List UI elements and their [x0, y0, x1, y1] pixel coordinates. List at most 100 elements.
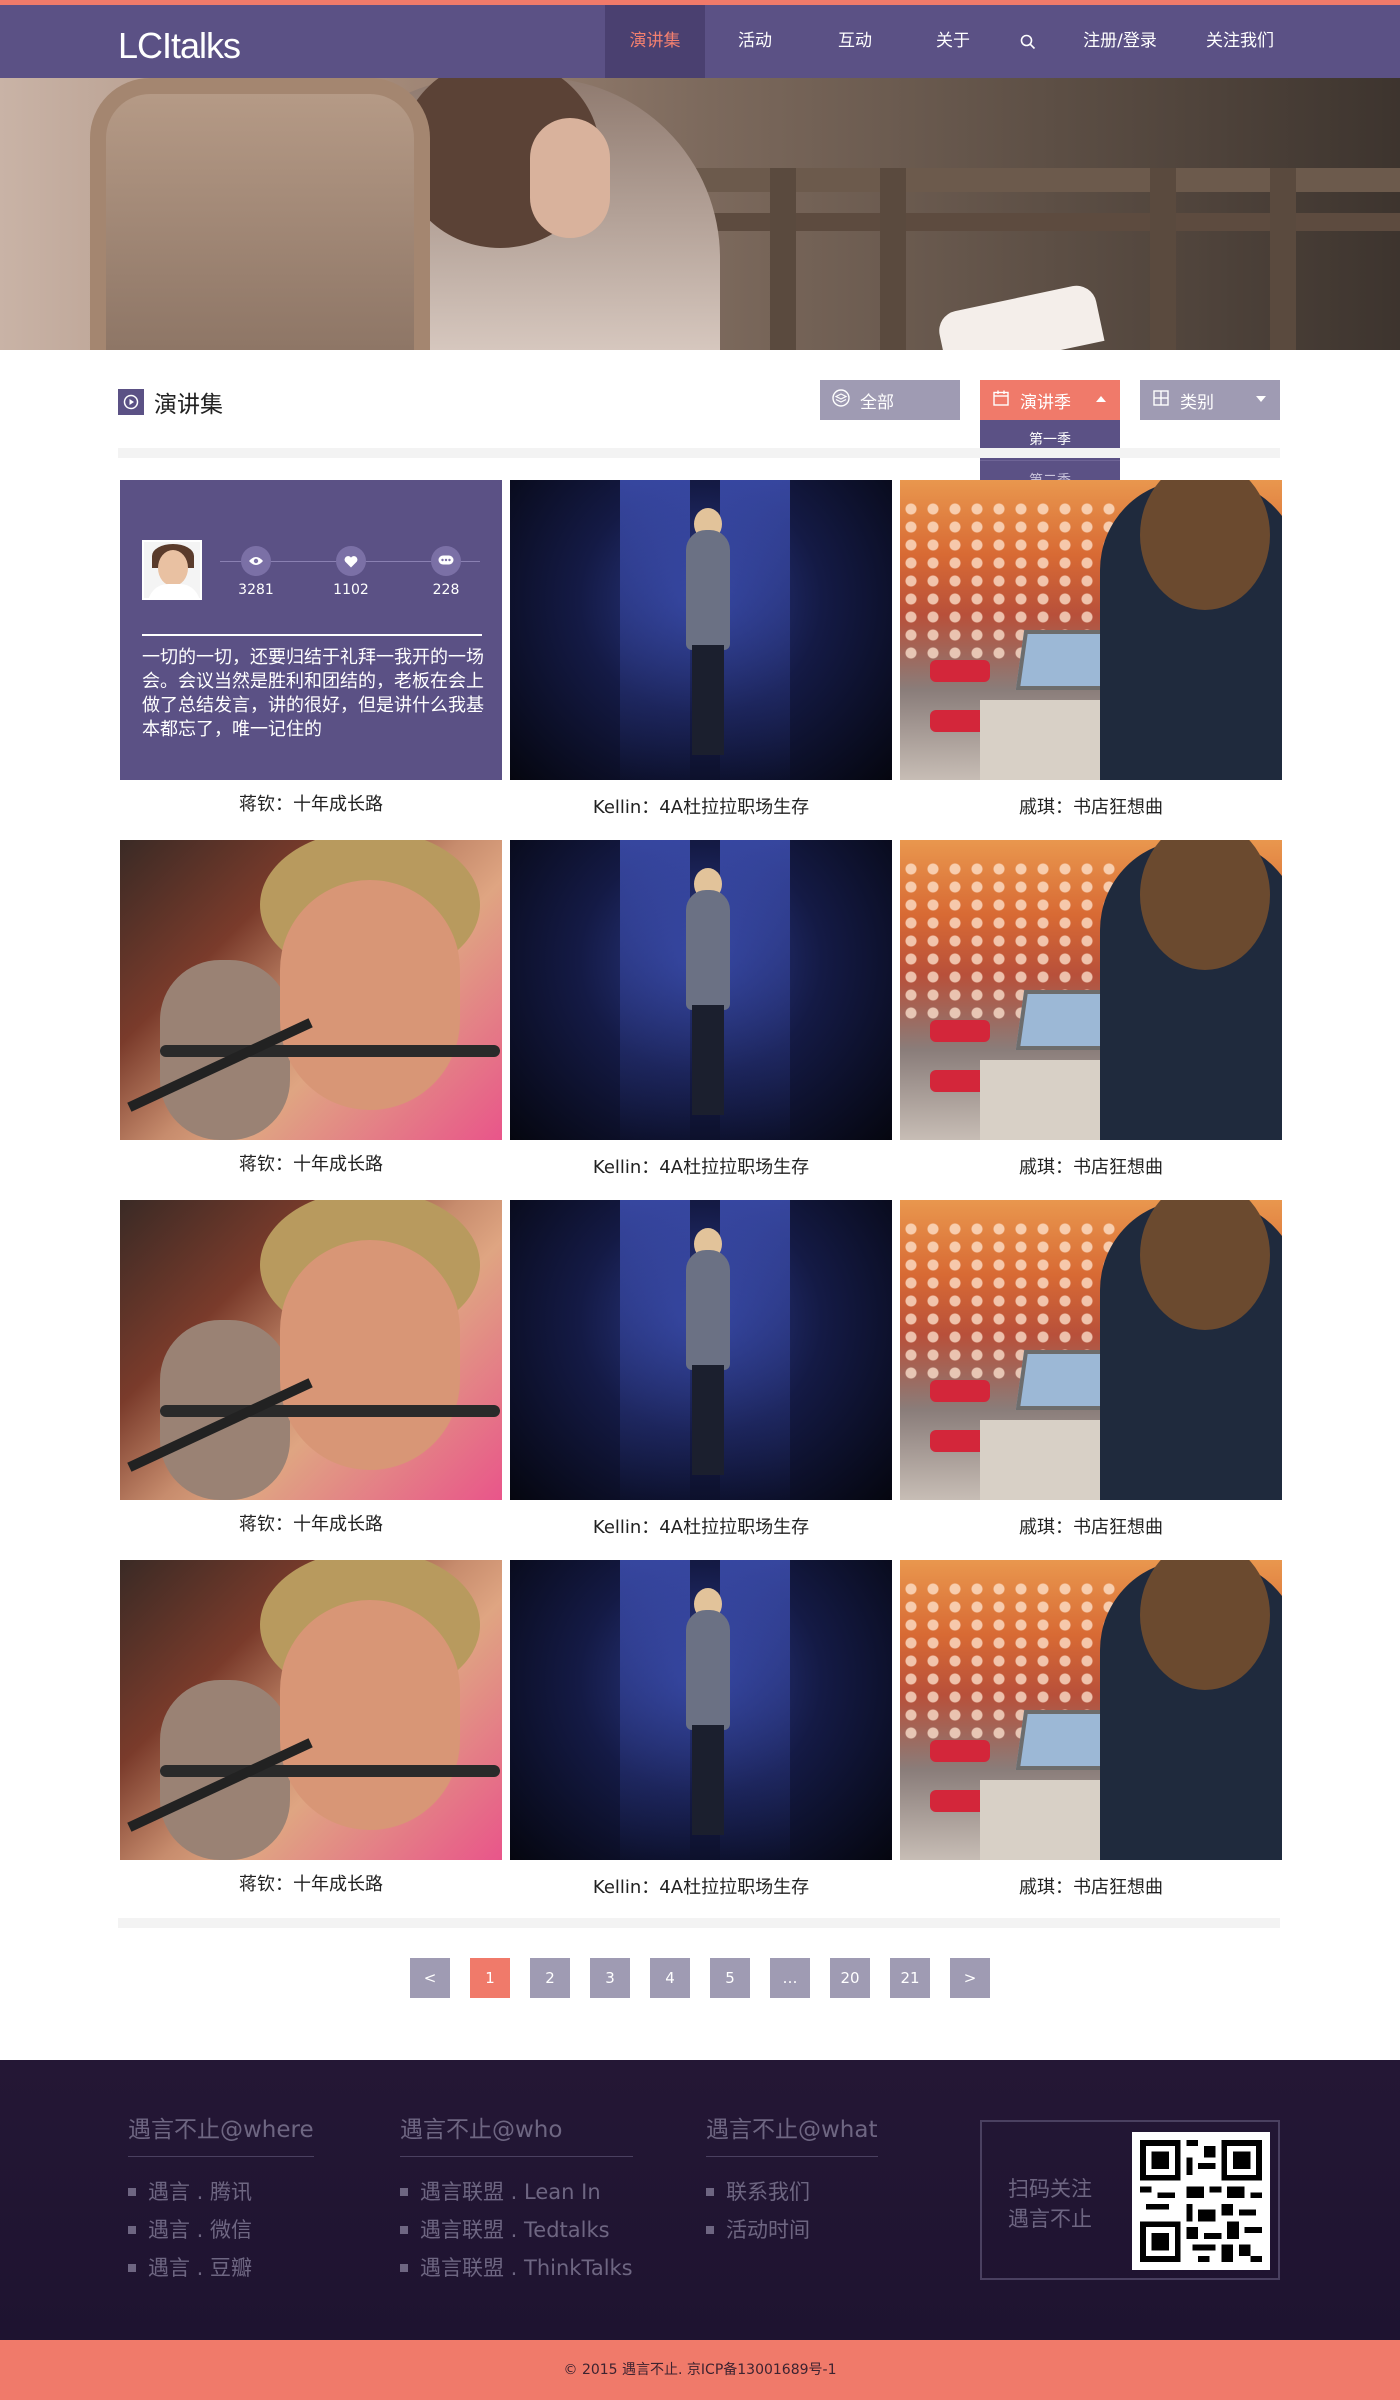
talk-caption[interactable]: 蒋钦：十年成长路	[120, 790, 502, 816]
comments-stat: 228	[416, 546, 476, 598]
pagination-page[interactable]: 4	[650, 1958, 690, 1998]
layers-icon	[832, 388, 850, 412]
talk-caption[interactable]: 蒋钦：十年成长路	[120, 1510, 502, 1536]
copyright-bar: © 2015 遇言不止. 京ICP备13001689号-1	[0, 2340, 1400, 2400]
qr-code-icon[interactable]	[1132, 2132, 1270, 2270]
footer-link[interactable]: 遇言联盟 . ThinkTalks	[400, 2249, 633, 2287]
footer-link[interactable]: 遇言联盟 . Tedtalks	[400, 2211, 633, 2249]
play-circle-icon	[118, 389, 144, 415]
pagination-next-button[interactable]: >	[950, 1958, 990, 1998]
footer-link[interactable]: 遇言 . 腾讯	[128, 2173, 314, 2211]
avatar	[142, 540, 202, 600]
section-divider-top	[118, 448, 1280, 458]
talk-thumbnail[interactable]	[120, 1560, 502, 1860]
site-footer: 遇言不止@where 遇言 . 腾讯 遇言 . 微信 遇言 . 豆瓣 遇言不止@…	[0, 2060, 1400, 2340]
footer-link[interactable]: 遇言 . 微信	[128, 2211, 314, 2249]
footer-link[interactable]: 联系我们	[706, 2173, 878, 2211]
footer-column-what: 遇言不止@what 联系我们 活动时间	[706, 2110, 878, 2249]
talk-caption[interactable]: 蒋钦：十年成长路	[120, 1150, 502, 1176]
pagination-page[interactable]: 5	[710, 1958, 750, 1998]
talk-caption[interactable]: Kellin：4A杜拉拉职场生存	[510, 793, 892, 819]
footer-column-who: 遇言不止@who 遇言联盟 . Lean In 遇言联盟 . Tedtalks …	[400, 2110, 633, 2287]
pagination-page[interactable]: 1	[470, 1958, 510, 1998]
talk-thumbnail[interactable]	[120, 840, 502, 1140]
hero-person-face	[530, 118, 610, 238]
filter-all-button[interactable]: 全部	[820, 380, 960, 420]
grid-icon	[1152, 389, 1170, 412]
nav-about[interactable]: 关于	[905, 5, 1001, 78]
pagination-prev-button[interactable]: <	[410, 1958, 450, 1998]
section-divider-bottom	[118, 1918, 1280, 1928]
info-divider	[142, 634, 482, 636]
nav-follow-us[interactable]: 关注我们	[1185, 5, 1295, 78]
footer-heading: 遇言不止@where	[128, 2110, 314, 2157]
pagination-page[interactable]: 2	[530, 1958, 570, 1998]
talk-caption[interactable]: 戚琪：书店狂想曲	[900, 1513, 1282, 1539]
pagination-page[interactable]: 3	[590, 1958, 630, 1998]
talk-caption[interactable]: Kellin：4A杜拉拉职场生存	[510, 1153, 892, 1179]
qr-follow-box: 扫码关注遇言不止	[980, 2120, 1280, 2280]
comments-count: 228	[432, 582, 460, 598]
nav-register-login[interactable]: 注册/登录	[1055, 5, 1185, 78]
likes-count: 1102	[333, 582, 369, 598]
footer-heading: 遇言不止@who	[400, 2110, 633, 2157]
views-stat: 3281	[226, 546, 286, 598]
talk-thumbnail[interactable]	[120, 1200, 502, 1500]
pagination-page[interactable]: 20	[830, 1958, 870, 1998]
talk-thumbnail[interactable]	[900, 840, 1282, 1140]
footer-link[interactable]: 活动时间	[706, 2211, 878, 2249]
talk-thumbnail[interactable]	[510, 1560, 892, 1860]
featured-talk-card[interactable]: 3281 1102 228 一切的一切，还要归结于礼拜一我开的一场会。会议当然是…	[120, 480, 502, 780]
pagination-ellipsis: …	[770, 1958, 810, 1998]
talk-thumbnail[interactable]	[900, 480, 1282, 780]
filter-season-dropdown[interactable]: 演讲季	[980, 380, 1120, 420]
eye-icon	[241, 546, 271, 576]
heart-icon	[336, 546, 366, 576]
main-nav: 演讲集 活动 互动 关于 注册/登录 关注我们	[605, 5, 1295, 78]
hero-post	[1150, 168, 1176, 350]
filter-category-label: 类别	[1180, 392, 1214, 413]
hero-post	[880, 168, 906, 350]
talk-thumbnail[interactable]	[510, 1200, 892, 1500]
talk-caption[interactable]: 戚琪：书店狂想曲	[900, 793, 1282, 819]
footer-link[interactable]: 遇言联盟 . Lean In	[400, 2173, 633, 2211]
talk-thumbnail[interactable]	[510, 480, 892, 780]
comment-icon	[431, 546, 461, 576]
talk-thumbnail[interactable]	[900, 1200, 1282, 1500]
filter-all-label: 全部	[860, 392, 894, 413]
talk-caption[interactable]: Kellin：4A杜拉拉职场生存	[510, 1873, 892, 1899]
talk-caption[interactable]: 戚琪：书店狂想曲	[900, 1873, 1282, 1899]
site-header: LCItalks 演讲集 活动 互动 关于 注册/登录 关注我们	[0, 5, 1400, 78]
nav-interaction[interactable]: 互动	[805, 5, 905, 78]
hero-post	[1270, 168, 1296, 350]
filter-season-label: 演讲季	[1020, 392, 1071, 413]
pagination: < 1 2 3 4 5 … 20 21 >	[0, 1958, 1400, 1998]
chevron-up-icon	[1096, 396, 1106, 402]
talk-thumbnail[interactable]	[510, 840, 892, 1140]
calendar-icon	[992, 389, 1010, 412]
talk-caption[interactable]: Kellin：4A杜拉拉职场生存	[510, 1513, 892, 1539]
filter-category-dropdown[interactable]: 类别	[1140, 380, 1280, 420]
talk-thumbnail[interactable]	[900, 1560, 1282, 1860]
hero-book	[935, 282, 1105, 350]
search-icon[interactable]	[1001, 5, 1055, 78]
chevron-down-icon	[1256, 396, 1266, 402]
hero-banner	[0, 78, 1400, 350]
section-header: 演讲集	[118, 385, 223, 419]
views-count: 3281	[238, 582, 274, 598]
likes-stat: 1102	[321, 546, 381, 598]
talk-blurb: 一切的一切，还要归结于礼拜一我开的一场会。会议当然是胜利和团结的，老板在会上做了…	[142, 647, 484, 740]
footer-heading: 遇言不止@what	[706, 2110, 878, 2157]
hero-chair	[90, 78, 430, 350]
talk-caption[interactable]: 蒋钦：十年成长路	[120, 1870, 502, 1896]
talk-caption[interactable]: 戚琪：书店狂想曲	[900, 1153, 1282, 1179]
qr-caption: 扫码关注遇言不止	[1008, 2177, 1092, 2231]
section-title: 演讲集	[154, 392, 223, 418]
site-logo[interactable]: LCItalks	[118, 25, 241, 67]
hero-post	[770, 168, 796, 350]
pagination-page[interactable]: 21	[890, 1958, 930, 1998]
nav-talks[interactable]: 演讲集	[605, 5, 705, 78]
nav-events[interactable]: 活动	[705, 5, 805, 78]
footer-column-where: 遇言不止@where 遇言 . 腾讯 遇言 . 微信 遇言 . 豆瓣	[128, 2110, 314, 2287]
footer-link[interactable]: 遇言 . 豆瓣	[128, 2249, 314, 2287]
